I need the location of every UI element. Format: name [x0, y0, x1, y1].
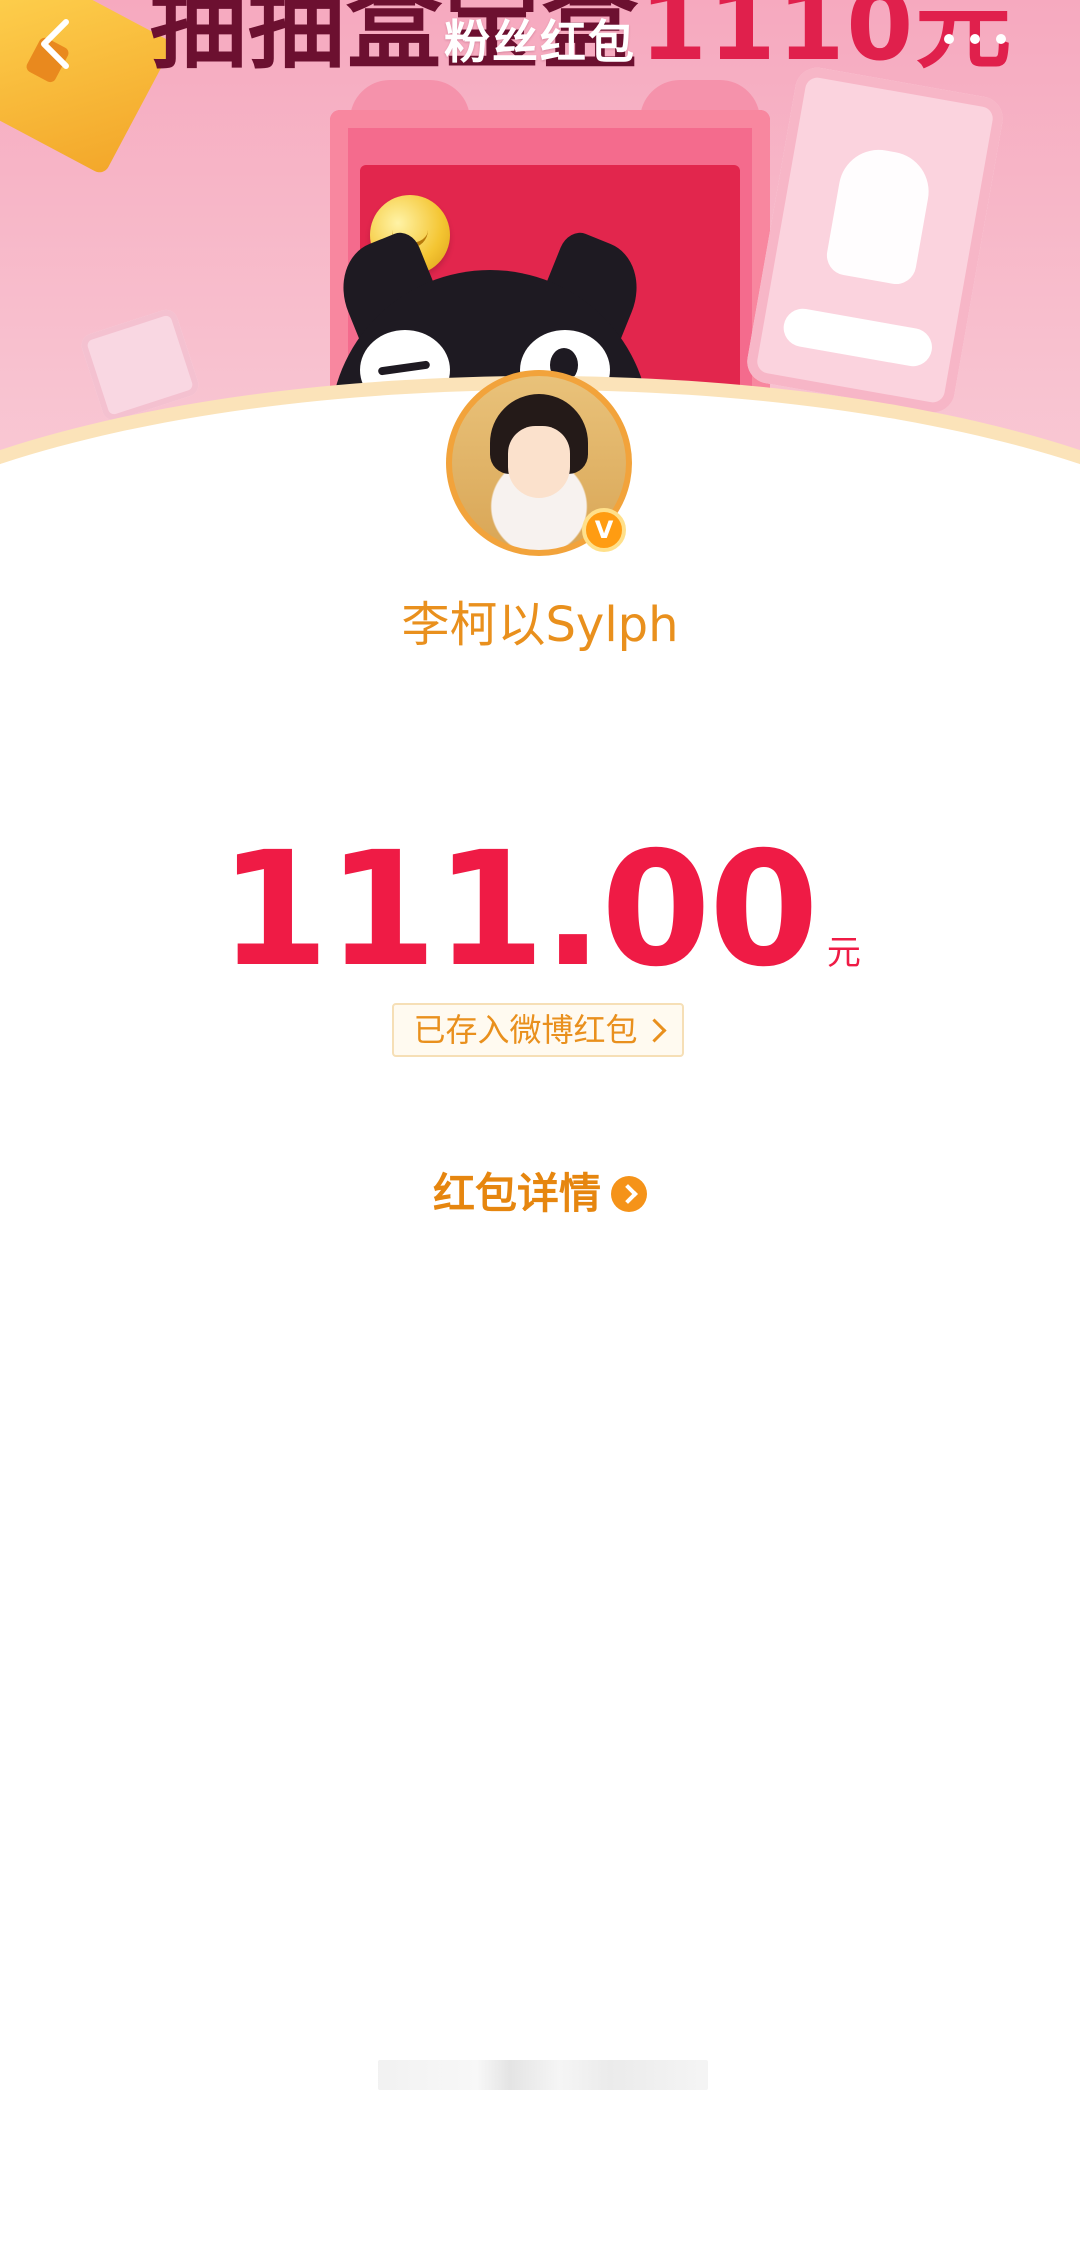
- toy-figure: [823, 143, 935, 288]
- toy-box-button: [780, 305, 935, 370]
- blind-box-package: [743, 64, 1007, 416]
- more-dot: [996, 34, 1006, 44]
- packet-amount: 111.00: [219, 818, 819, 1002]
- verified-badge-icon: V: [582, 508, 626, 552]
- arrow-circle-icon: [611, 1176, 647, 1212]
- more-dot: [944, 34, 954, 44]
- deposit-status-label: 已存入微博红包: [413, 1011, 638, 1049]
- blurred-watermark: [378, 2060, 708, 2090]
- top-nav-bar: 粉丝红包: [0, 0, 1080, 90]
- more-dot: [970, 34, 980, 44]
- page-title: 粉丝红包: [444, 15, 636, 69]
- small-toy-box: [78, 306, 202, 424]
- more-button[interactable]: [940, 18, 1010, 58]
- red-packet-page: 抽抽盒宝盒1110元 粉丝红包 V 李柯以Sylph 111.00 元 已存入微…: [0, 0, 1080, 2260]
- deposit-status-link[interactable]: 已存入微博红包: [392, 1003, 684, 1057]
- amount-unit: 元: [826, 933, 861, 973]
- chevron-right-icon: [641, 1018, 667, 1043]
- sender-name[interactable]: 李柯以Sylph: [0, 585, 1080, 655]
- packet-details-label: 红包详情: [432, 1169, 601, 1218]
- packet-details-link[interactable]: 红包详情: [0, 1160, 1080, 1221]
- amount-row: 111.00 元: [0, 818, 1080, 1002]
